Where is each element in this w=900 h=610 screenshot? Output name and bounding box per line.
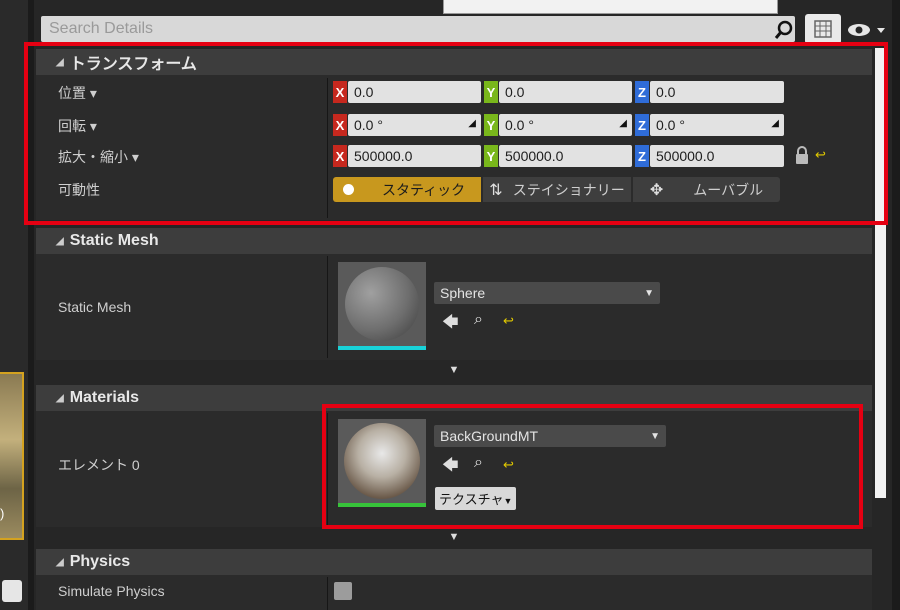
simulate-physics-checkbox[interactable]: [334, 582, 352, 600]
expand-arrow-icon[interactable]: ▼: [444, 531, 464, 543]
chevron-down-icon: ▼: [644, 287, 654, 299]
eye-icon[interactable]: [845, 20, 889, 40]
static-mesh-thumbnail[interactable]: [338, 262, 426, 350]
viewport-label: ): [0, 506, 5, 521]
search-icon[interactable]: [774, 20, 794, 40]
collapse-triangle-icon: ◢: [56, 556, 64, 568]
viewport-tool-icon[interactable]: [2, 580, 22, 602]
section-title: Materials: [69, 389, 140, 406]
column-divider: [327, 577, 328, 610]
reset-to-default-icon[interactable]: ↩: [503, 313, 514, 329]
section-title: Static Mesh: [69, 232, 159, 249]
view-options-button[interactable]: [805, 14, 841, 44]
search-input[interactable]: Search Details: [41, 16, 795, 42]
simulate-physics-label: Simulate Physics: [58, 583, 165, 599]
expand-arrow-icon[interactable]: ▼: [444, 364, 464, 376]
collapse-triangle-icon: ◢: [56, 235, 64, 247]
sphere-preview: [345, 267, 419, 341]
highlight-box-transform: [24, 42, 888, 225]
highlight-box-material: [322, 404, 863, 529]
browse-magnifier-icon[interactable]: ⌕: [474, 311, 483, 329]
section-header-static-mesh[interactable]: ◢ Static Mesh: [36, 228, 872, 254]
column-divider: [327, 256, 328, 358]
grid-icon: [814, 20, 832, 38]
section-header-physics[interactable]: ◢ Physics: [36, 549, 872, 575]
element-0-label: エレメント 0: [58, 457, 140, 473]
static-mesh-body: [36, 254, 872, 360]
static-mesh-asset-name: Sphere: [440, 285, 486, 301]
tooltip-popup: [443, 0, 778, 14]
collapse-triangle-icon: ◢: [56, 392, 64, 404]
section-title: Physics: [69, 553, 131, 570]
use-selected-arrow-icon[interactable]: 🡄: [442, 311, 459, 338]
static-mesh-asset-combo[interactable]: Sphere ▼: [434, 282, 660, 304]
static-mesh-label: Static Mesh: [58, 299, 132, 315]
